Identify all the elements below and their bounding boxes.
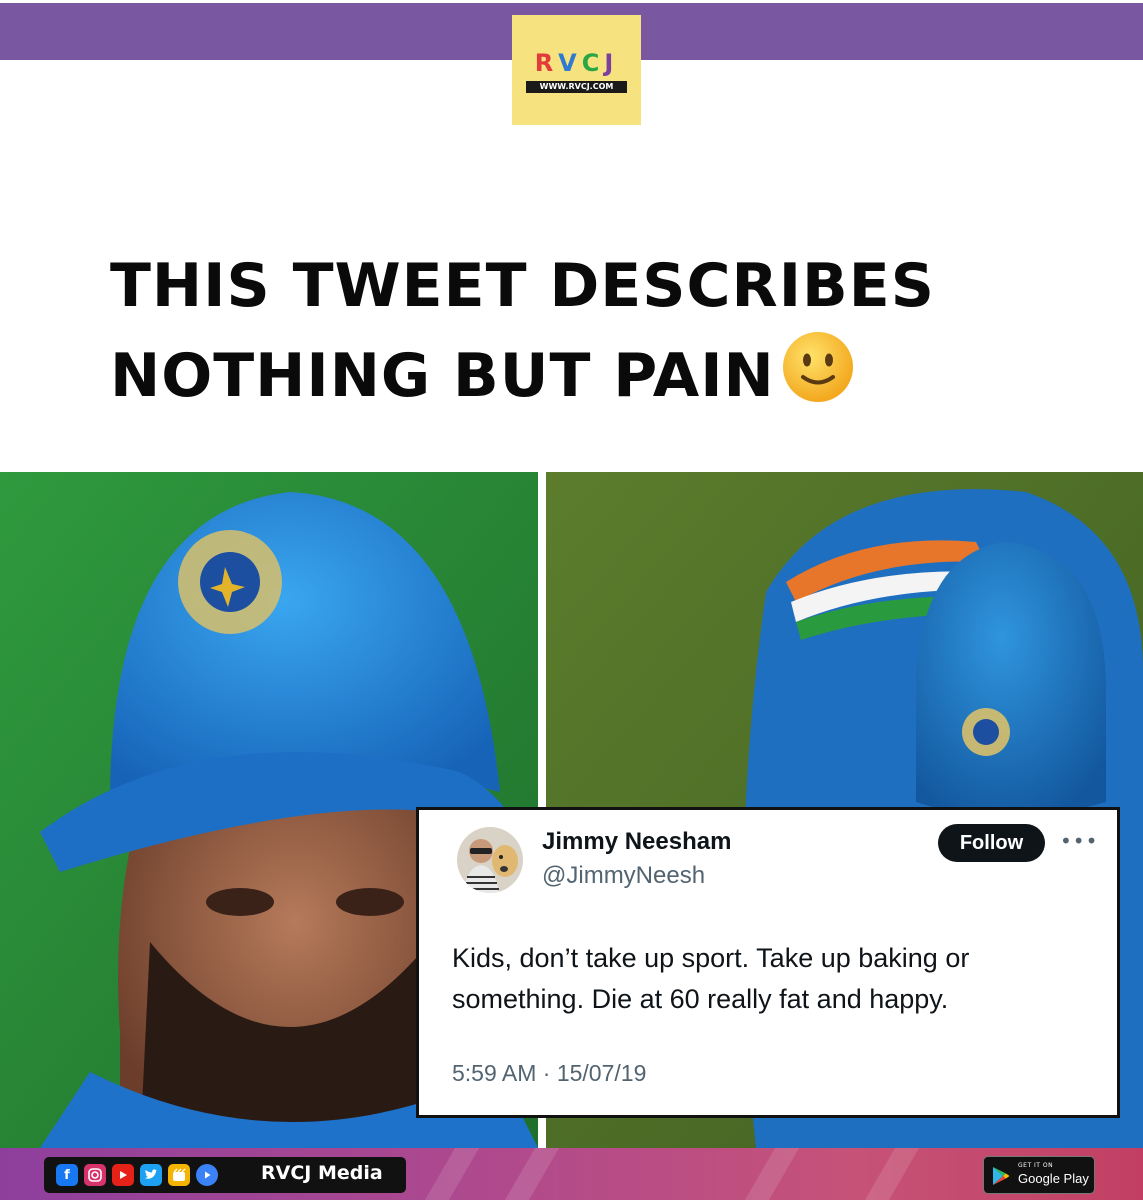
twitter-icon[interactable] bbox=[140, 1164, 162, 1186]
tweet-author-name[interactable]: Jimmy Neesham bbox=[542, 828, 731, 856]
rvcj-logo[interactable]: RVCJ WWW.RVCJ.COM bbox=[512, 15, 641, 125]
headline-line-2: NOTHING BUT PAIN bbox=[110, 341, 775, 411]
brand-name: RVCJ Media bbox=[261, 1162, 383, 1184]
footer-stripe bbox=[744, 1148, 800, 1200]
google-play-icon bbox=[993, 1167, 1010, 1185]
tweet-card: Jimmy Neesham @JimmyNeesh Follow ••• Kid… bbox=[416, 807, 1120, 1118]
play-icon[interactable] bbox=[196, 1164, 218, 1186]
tweet-timestamp[interactable]: 5:59 AM · 15/07/19 bbox=[452, 1060, 646, 1087]
tweet-text: Kids, don’t take up sport. Take up bakin… bbox=[452, 943, 970, 1014]
tweet-author-handle[interactable]: @JimmyNeesh bbox=[542, 862, 705, 890]
follow-button[interactable]: Follow bbox=[938, 824, 1045, 862]
social-links: f RVCJ Media bbox=[44, 1157, 406, 1193]
google-play-badge[interactable]: GET IT ON Google Play bbox=[983, 1156, 1095, 1194]
moj-icon[interactable] bbox=[168, 1164, 190, 1186]
footer-bar: f RVCJ Media GET IT ON Google Play bbox=[0, 1148, 1143, 1200]
youtube-icon[interactable] bbox=[112, 1164, 134, 1186]
footer-stripe bbox=[424, 1148, 480, 1200]
footer-stripe bbox=[864, 1148, 920, 1200]
slightly-smiling-face-icon bbox=[782, 332, 853, 402]
instagram-icon[interactable] bbox=[84, 1164, 106, 1186]
avatar[interactable] bbox=[457, 827, 523, 893]
more-options-icon[interactable]: ••• bbox=[1060, 828, 1097, 854]
store-small-label: GET IT ON bbox=[1018, 1162, 1054, 1169]
footer-stripe bbox=[504, 1148, 560, 1200]
facebook-icon[interactable]: f bbox=[56, 1164, 78, 1186]
headline: THIS TWEET DESCRIBES NOTHING BUT PAIN bbox=[110, 243, 1070, 420]
headline-line-1: THIS TWEET DESCRIBES bbox=[110, 251, 935, 321]
logo-url: WWW.RVCJ.COM bbox=[526, 81, 627, 93]
logo-wordmark: RVCJ bbox=[534, 49, 619, 77]
store-name: Google Play bbox=[1018, 1171, 1089, 1186]
